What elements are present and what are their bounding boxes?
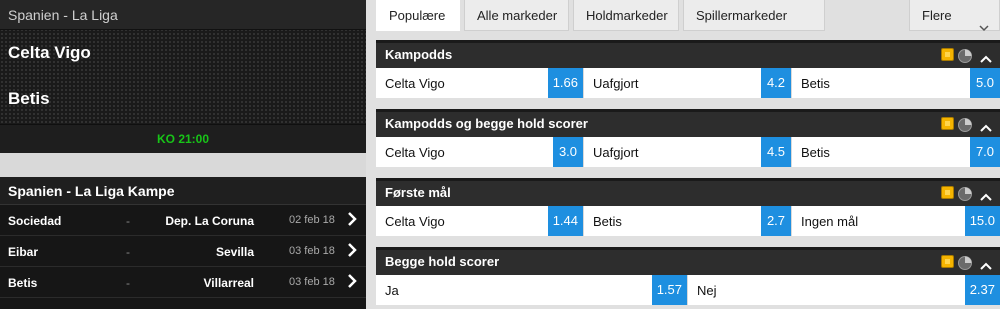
tab-more[interactable]: Flere xyxy=(909,0,1000,32)
stats-icon[interactable] xyxy=(957,184,973,201)
selection-label: Betis xyxy=(801,145,830,160)
selection[interactable]: Celta Vigo 3.0 xyxy=(376,137,584,167)
selection[interactable]: Celta Vigo 1.44 xyxy=(376,206,584,236)
selection[interactable]: Betis 2.7 xyxy=(584,206,792,236)
market-title: Begge hold scorer xyxy=(385,254,500,269)
live-stream-icon[interactable] xyxy=(941,117,954,130)
fixture-separator: - xyxy=(126,276,130,290)
market-header[interactable]: Kampodds og begge hold scorer xyxy=(376,109,1000,137)
selection-label: Uafgjort xyxy=(593,145,639,160)
market-header[interactable]: Begge hold scorer xyxy=(376,247,1000,275)
fixture-row[interactable]: Eibar - Sevilla 03 feb 18 xyxy=(0,236,366,267)
odds-button[interactable]: 3.0 xyxy=(553,137,583,167)
chevron-down-icon xyxy=(979,12,989,43)
selections-row: Celta Vigo 1.66 Uafgjort 4.2 Betis 5.0 xyxy=(376,68,1000,98)
market-tabs: Populære Alle markeder Holdmarkeder Spil… xyxy=(376,0,1000,32)
league-title: Spanien - La Liga xyxy=(0,0,366,30)
live-stream-icon[interactable] xyxy=(941,48,954,61)
chevron-right-icon[interactable] xyxy=(345,241,359,259)
fixture-home: Eibar xyxy=(8,245,39,259)
fixture-separator: - xyxy=(126,214,130,228)
fixture-date: 02 feb 18 xyxy=(289,214,335,226)
fixtures-title: Spanien - La Liga Kampe xyxy=(0,177,366,205)
fixture-date: 03 feb 18 xyxy=(289,245,335,257)
odds-button[interactable]: 5.0 xyxy=(970,68,1000,98)
selection-label: Ja xyxy=(385,283,399,298)
selection[interactable]: Celta Vigo 1.66 xyxy=(376,68,584,98)
live-stream-icon[interactable] xyxy=(941,255,954,268)
fixture-row[interactable]: Betis - Villarreal 03 feb 18 xyxy=(0,267,366,298)
live-stream-icon[interactable] xyxy=(941,186,954,199)
chevron-up-icon[interactable] xyxy=(979,116,993,132)
tab-all-markets[interactable]: Alle markeder xyxy=(464,0,569,31)
odds-button[interactable]: 4.5 xyxy=(761,137,791,167)
selection[interactable]: Nej 2.37 xyxy=(688,275,1000,305)
chevron-up-icon[interactable] xyxy=(979,185,993,201)
markets-panel: Populære Alle markeder Holdmarkeder Spil… xyxy=(366,0,1000,309)
market-block: Kampodds Celta Vigo 1.66 Uafgjort 4.2 Be… xyxy=(376,40,1000,98)
away-team: Betis xyxy=(8,89,50,108)
match-card: Spanien - La Liga Celta Vigo Betis KO 21… xyxy=(0,0,366,153)
market-block: Begge hold scorer Ja 1.57 Nej 2.37 xyxy=(376,247,1000,305)
selection[interactable]: Betis 5.0 xyxy=(792,68,1000,98)
tab-player-markets[interactable]: Spillermarkeder xyxy=(683,0,825,31)
market-block: Første mål Celta Vigo 1.44 Betis 2.7 Ing… xyxy=(376,178,1000,236)
odds-button[interactable]: 7.0 xyxy=(970,137,1000,167)
selection-label: Celta Vigo xyxy=(385,214,445,229)
selection-label: Betis xyxy=(593,214,622,229)
selection[interactable]: Uafgjort 4.5 xyxy=(584,137,792,167)
selection-label: Ingen mål xyxy=(801,214,859,229)
selection-label: Celta Vigo xyxy=(385,145,445,160)
odds-button[interactable]: 4.2 xyxy=(761,68,791,98)
market-header[interactable]: Kampodds xyxy=(376,40,1000,68)
stats-icon[interactable] xyxy=(957,115,973,132)
selection-label: Nej xyxy=(697,283,717,298)
fixture-away: Sevilla xyxy=(215,245,254,259)
odds-button[interactable]: 1.66 xyxy=(547,68,583,98)
odds-button[interactable]: 2.37 xyxy=(964,275,1000,305)
fixtures-panel: Spanien - La Liga Kampe Sociedad - Dep. … xyxy=(0,177,366,309)
home-team: Celta Vigo xyxy=(8,43,91,62)
selections-row: Celta Vigo 3.0 Uafgjort 4.5 Betis 7.0 xyxy=(376,137,1000,167)
selection-label: Betis xyxy=(801,76,830,91)
odds-button[interactable]: 1.44 xyxy=(547,206,583,236)
chevron-up-icon[interactable] xyxy=(979,254,993,270)
tab-team-markets[interactable]: Holdmarkeder xyxy=(573,0,679,31)
chevron-up-icon[interactable] xyxy=(979,47,993,63)
fixture-home: Sociedad xyxy=(8,214,62,228)
fixture-row[interactable]: Sociedad - Dep. La Coruna 02 feb 18 xyxy=(0,205,366,236)
selection-label: Uafgjort xyxy=(593,76,639,91)
fixture-away: Villarreal xyxy=(203,276,254,290)
left-panel: Spanien - La Liga Celta Vigo Betis KO 21… xyxy=(0,0,366,309)
fixture-away: Dep. La Coruna xyxy=(165,214,254,228)
fixture-separator: - xyxy=(126,245,130,259)
fixture-home: Betis xyxy=(8,276,38,290)
selection[interactable]: Uafgjort 4.2 xyxy=(584,68,792,98)
fixture-date: 03 feb 18 xyxy=(289,276,335,288)
market-title: Første mål xyxy=(385,185,451,200)
market-title: Kampodds og begge hold scorer xyxy=(385,116,588,131)
selections-row: Ja 1.57 Nej 2.37 xyxy=(376,275,1000,305)
odds-button[interactable]: 15.0 xyxy=(964,206,1000,236)
stats-icon[interactable] xyxy=(957,46,973,63)
selection[interactable]: Betis 7.0 xyxy=(792,137,1000,167)
market-header[interactable]: Første mål xyxy=(376,178,1000,206)
selection-label: Celta Vigo xyxy=(385,76,445,91)
selection[interactable]: Ja 1.57 xyxy=(376,275,688,305)
odds-button[interactable]: 1.57 xyxy=(651,275,687,305)
selection[interactable]: Ingen mål 15.0 xyxy=(792,206,1000,236)
chevron-right-icon[interactable] xyxy=(345,272,359,290)
chevron-right-icon[interactable] xyxy=(345,210,359,228)
kickoff-time: KO 21:00 xyxy=(0,124,366,153)
stats-icon[interactable] xyxy=(957,253,973,270)
tab-popular[interactable]: Populære xyxy=(376,0,460,31)
selections-row: Celta Vigo 1.44 Betis 2.7 Ingen mål 15.0 xyxy=(376,206,1000,236)
market-block: Kampodds og begge hold scorer Celta Vigo… xyxy=(376,109,1000,167)
tab-spacer xyxy=(829,0,909,31)
tab-more-label: Flere xyxy=(922,8,952,23)
odds-button[interactable]: 2.7 xyxy=(761,206,791,236)
market-title: Kampodds xyxy=(385,47,453,62)
